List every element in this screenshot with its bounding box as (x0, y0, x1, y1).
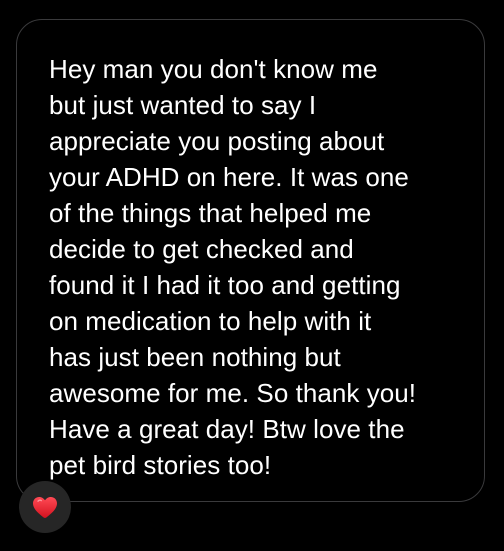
message-line: your ADHD on here. It was one (49, 162, 409, 192)
message-line: has just been nothing but (49, 342, 341, 372)
message-line: on medication to help with it (49, 306, 372, 336)
message-line: Have a great day! Btw love the (49, 414, 405, 444)
message-line: Hey man you don't know me (49, 54, 378, 84)
message-line: of the things that helped me (49, 198, 372, 228)
message-line: but just wanted to say I (49, 90, 317, 120)
message-line: awesome for me. So thank you! (49, 378, 417, 408)
message-line: appreciate you posting about (49, 126, 385, 156)
message-line: found it I had it too and getting (49, 270, 401, 300)
message-line: pet bird stories too! (49, 450, 272, 480)
heart-reaction-badge[interactable] (19, 481, 71, 533)
heart-icon (32, 496, 58, 519)
message-text: Hey man you don't know me but just wante… (49, 51, 416, 483)
message-line: decide to get checked and (49, 234, 354, 264)
